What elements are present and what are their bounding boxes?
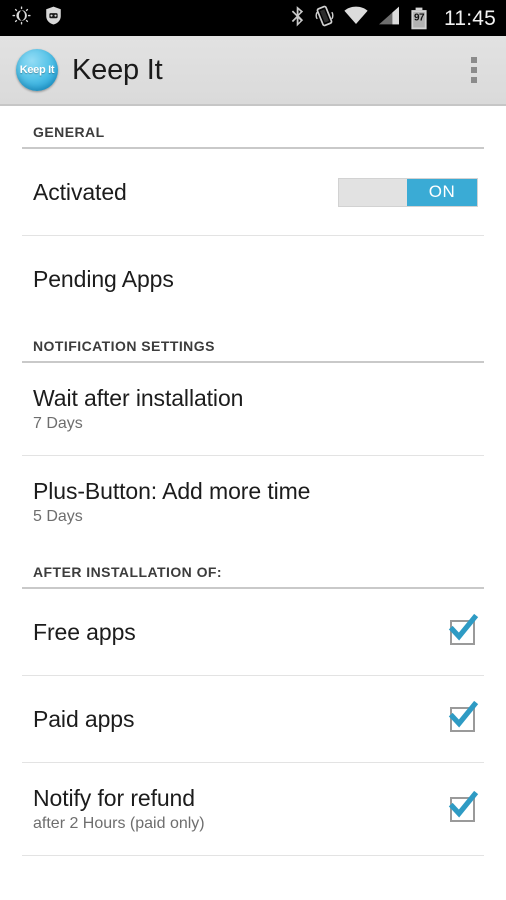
android-settings-screen: 97 11:45 Keep It Keep It GENERAL Activat… <box>0 0 506 900</box>
section-header-general: GENERAL <box>33 124 105 140</box>
action-bar: Keep It Keep It <box>0 36 506 106</box>
status-bar-clock: 11:45 <box>444 6 496 30</box>
row-text-group: Pending Apps <box>33 266 478 292</box>
vibrate-icon <box>315 5 334 32</box>
status-bar: 97 11:45 <box>0 0 506 36</box>
notify-for-refund-checkbox[interactable] <box>448 790 479 824</box>
overflow-dot <box>471 67 477 73</box>
row-text-group: Free apps <box>33 619 448 645</box>
setting-row-paid-apps[interactable]: Paid apps <box>0 676 506 762</box>
row-divider <box>22 855 484 856</box>
brightness-auto-icon <box>12 6 31 30</box>
status-bar-right-icons: 97 11:45 <box>290 5 496 32</box>
row-title: Activated <box>33 178 127 205</box>
app-logo-label: Keep It <box>19 64 55 76</box>
setting-row-notify-for-refund[interactable]: Notify for refund after 2 Hours (paid on… <box>0 763 506 855</box>
setting-row-free-apps[interactable]: Free apps <box>0 589 506 675</box>
row-title: Plus-Button: Add more time <box>33 477 311 504</box>
paid-apps-checkbox[interactable] <box>448 700 479 734</box>
overflow-menu-icon[interactable] <box>454 44 494 96</box>
row-title: Wait after installation <box>33 384 244 411</box>
checkmark-icon <box>446 789 480 828</box>
checkmark-icon <box>446 612 480 651</box>
row-title: Free apps <box>33 618 136 645</box>
battery-percent-label: 97 <box>413 12 425 24</box>
row-text-group: Activated <box>33 179 338 205</box>
row-title: Paid apps <box>33 705 135 732</box>
battery-icon: 97 <box>410 7 428 30</box>
setting-row-pending-apps[interactable]: Pending Apps <box>0 236 506 322</box>
row-text-group: Plus-Button: Add more time 5 Days <box>33 478 478 527</box>
overflow-dot <box>471 77 477 83</box>
switch-thumb: ON <box>407 178 477 206</box>
row-summary: after 2 Hours (paid only) <box>33 815 205 833</box>
privacy-guard-shield-icon <box>45 6 62 30</box>
activated-toggle-switch[interactable]: ON <box>338 177 478 207</box>
free-apps-checkbox[interactable] <box>448 613 479 647</box>
cell-signal-icon <box>378 6 400 30</box>
wifi-icon <box>344 6 368 30</box>
settings-list: GENERAL Activated ON Pending Apps NOTIFI… <box>0 108 506 900</box>
keep-it-app-logo: Keep It <box>16 49 58 91</box>
page-title: Keep It <box>72 53 163 86</box>
setting-row-wait-after-installation[interactable]: Wait after installation 7 Days <box>0 363 506 455</box>
row-summary: 7 Days <box>33 415 83 433</box>
overflow-dot <box>471 57 477 63</box>
row-title: Notify for refund <box>33 784 195 811</box>
checkmark-icon <box>446 699 480 738</box>
row-text-group: Paid apps <box>33 706 448 732</box>
status-bar-left-icons <box>12 6 62 30</box>
row-title: Pending Apps <box>33 265 174 292</box>
row-text-group: Notify for refund after 2 Hours (paid on… <box>33 785 448 834</box>
section-header-after-installation-of: AFTER INSTALLATION OF: <box>33 564 223 580</box>
section-header-notification-settings: NOTIFICATION SETTINGS <box>33 338 215 354</box>
setting-row-activated[interactable]: Activated ON <box>0 149 506 235</box>
bluetooth-icon <box>290 5 305 32</box>
row-summary: 5 Days <box>33 508 83 526</box>
row-text-group: Wait after installation 7 Days <box>33 385 478 434</box>
setting-row-plus-button-add-more-time[interactable]: Plus-Button: Add more time 5 Days <box>0 456 506 548</box>
switch-state-label: ON <box>428 182 456 201</box>
